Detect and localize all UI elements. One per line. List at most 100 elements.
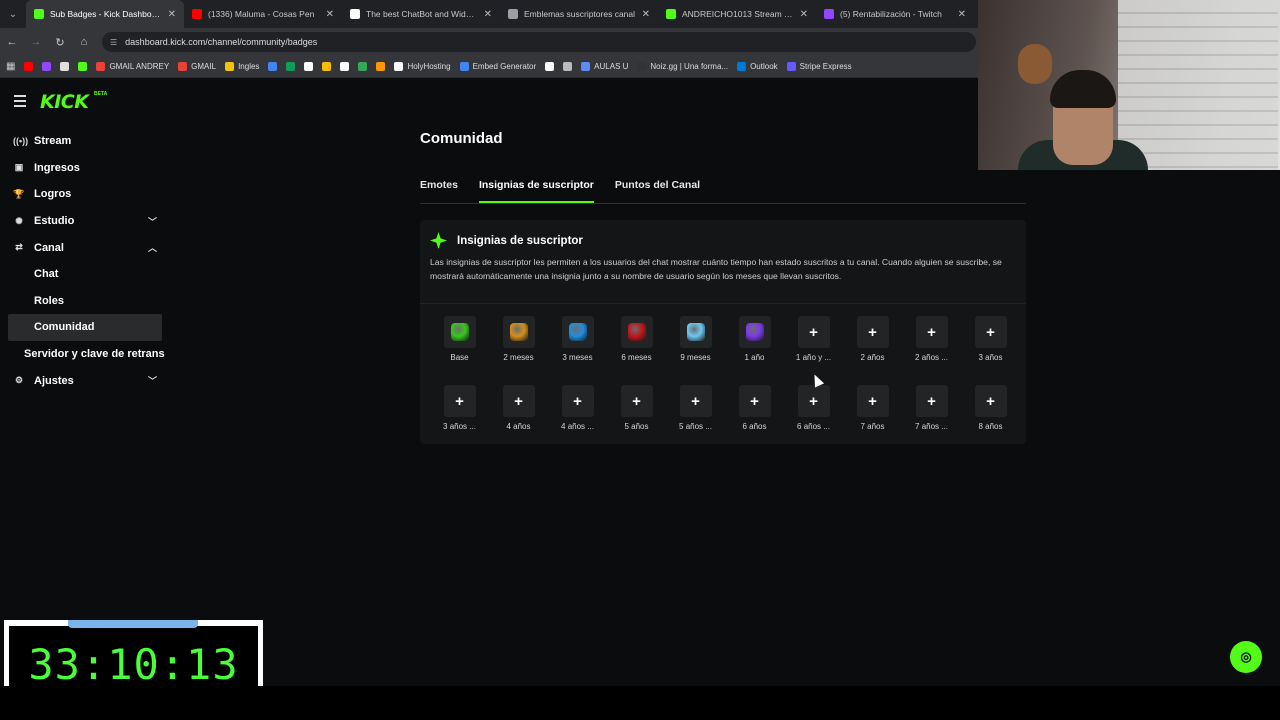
tab-search-chevron-icon[interactable]: ⌄ [0,0,26,28]
add-badge-button[interactable]: + [797,316,830,348]
bookmark-item[interactable]: HolyHosting [394,62,451,71]
add-badge-button[interactable]: + [974,385,1007,417]
add-badge-button[interactable]: + [856,316,889,348]
bookmark-item[interactable]: Noiz.gg | Una forma... [637,62,728,71]
badge-image[interactable] [620,316,653,348]
chevron-icon[interactable]: ︿ [148,241,157,254]
sidebar-item-stream-key[interactable]: Servidor y clave de retrans [8,341,188,368]
browser-tab[interactable]: Sub Badges - Kick Dashboard ✕ [26,0,184,28]
home-icon[interactable]: ⌂ [72,36,96,48]
sidebar-item-logros[interactable]: 🏆 Logros [8,181,162,208]
add-badge-button[interactable]: + [620,385,653,417]
bookmark-item[interactable] [545,62,555,71]
badge-image[interactable] [561,316,594,348]
browser-tab[interactable]: (5) Rentabilización - Twitch ✕ [816,0,974,28]
bookmark-item[interactable] [78,62,88,71]
add-badge-button[interactable]: + [502,385,535,417]
forward-icon[interactable]: → [24,36,48,48]
bookmark-item[interactable]: Embed Generator [459,62,536,71]
tab-emotes[interactable]: Emotes [420,179,458,203]
badge-image[interactable] [443,316,476,348]
close-tab-icon[interactable]: ✕ [800,9,808,20]
bookmark-item[interactable]: Stripe Express [786,62,852,71]
badge-slot[interactable]: +2 años [843,316,902,385]
badge-slot[interactable]: +3 años [961,316,1020,385]
browser-tab[interactable]: The best ChatBot and Widgets ✕ [342,0,500,28]
add-badge-button[interactable]: + [679,385,712,417]
browser-tab[interactable]: ANDREICHO1013 Stream - Wa ✕ [658,0,816,28]
bookmark-item[interactable]: AULAS U [581,62,628,71]
url-bar[interactable]: ☰ dashboard.kick.com/channel/community/b… [102,32,976,52]
apps-grid-icon[interactable]: ▦ [6,61,15,72]
sidebar-subitem-chat[interactable]: Chat [8,261,162,288]
bookmark-item[interactable] [358,62,368,71]
bookmark-item[interactable] [304,62,314,71]
add-badge-button[interactable]: + [797,385,830,417]
badge-slot[interactable]: 3 meses [548,316,607,385]
badge-slot[interactable]: +5 años ... [666,385,725,454]
browser-tab[interactable]: Emblemas suscriptores canal ✕ [500,0,658,28]
badge-image[interactable] [679,316,712,348]
badge-slot[interactable]: +3 años ... [430,385,489,454]
sidebar-item-stream[interactable]: ((•)) Stream [8,128,162,155]
sidebar-subitem-comunidad[interactable]: Comunidad [8,314,162,341]
bookmark-item[interactable] [42,62,52,71]
badge-image[interactable] [502,316,535,348]
menu-icon[interactable] [14,95,26,110]
add-badge-button[interactable]: + [856,385,889,417]
badge-slot[interactable]: +8 años [961,385,1020,454]
badge-image[interactable] [738,316,771,348]
back-icon[interactable]: ← [0,36,24,48]
close-tab-icon[interactable]: ✕ [326,9,334,20]
badge-slot[interactable]: 9 meses [666,316,725,385]
badge-slot[interactable]: 2 meses [489,316,548,385]
browser-tab[interactable]: (1336) Maluma - Cosas Pen ✕ [184,0,342,28]
badge-slot[interactable]: 1 año [725,316,784,385]
bookmark-item[interactable] [60,62,70,71]
chevron-down-icon[interactable]: ﹀ [148,374,157,387]
site-info-icon[interactable]: ☰ [110,38,117,47]
bookmark-item[interactable] [268,62,278,71]
badge-slot[interactable]: +4 años ... [548,385,607,454]
add-badge-button[interactable]: + [915,316,948,348]
bookmark-item[interactable] [376,62,386,71]
badge-slot[interactable]: +6 años ... [784,385,843,454]
badge-slot[interactable]: +4 años [489,385,548,454]
sidebar-item-canal[interactable]: ⇄ Canal ︿ [8,234,162,261]
chevron-icon[interactable]: ﹀ [148,215,157,228]
add-badge-button[interactable]: + [561,385,594,417]
add-badge-button[interactable]: + [738,385,771,417]
bookmark-item[interactable] [340,62,350,71]
badge-slot[interactable]: +6 años [725,385,784,454]
bookmark-item[interactable] [563,62,573,71]
add-badge-button[interactable]: + [443,385,476,417]
close-tab-icon[interactable]: ✕ [484,9,492,20]
sidebar-item-ingresos[interactable]: ▣ Ingresos [8,155,162,182]
bookmark-item[interactable] [24,62,34,71]
sidebar-subitem-roles[interactable]: Roles [8,288,162,315]
bookmark-item[interactable]: GMAIL ANDREY [96,62,169,71]
badge-slot[interactable]: 6 meses [607,316,666,385]
badge-slot[interactable]: +5 años [607,385,666,454]
tab-puntos-del-canal[interactable]: Puntos del Canal [615,179,700,203]
add-badge-button[interactable]: + [915,385,948,417]
bookmark-item[interactable] [286,62,296,71]
close-tab-icon[interactable]: ✕ [958,9,966,20]
badge-slot[interactable]: +7 años ... [902,385,961,454]
add-badge-button[interactable]: + [974,316,1007,348]
sidebar-item-ajustes[interactable]: ⚙ Ajustes ﹀ [8,367,162,394]
badge-slot[interactable]: +7 años [843,385,902,454]
bookmark-item[interactable]: Ingles [225,62,259,71]
bookmark-item[interactable]: GMAIL [178,62,216,71]
bookmark-item[interactable] [322,62,332,71]
badge-slot[interactable]: Base [430,316,489,385]
kick-logo[interactable]: KICK [40,91,89,113]
tab-insignias-de-suscriptor[interactable]: Insignias de suscriptor [478,179,594,203]
bookmark-item[interactable]: Outlook [737,62,778,71]
support-chat-button[interactable]: ◎ [1230,641,1262,673]
badge-slot[interactable]: +2 años ... [902,316,961,385]
close-tab-icon[interactable]: ✕ [168,9,176,20]
close-tab-icon[interactable]: ✕ [642,9,650,20]
sidebar-item-estudio[interactable]: ✺ Estudio ﹀ [8,208,162,235]
reload-icon[interactable]: ↻ [48,36,72,49]
